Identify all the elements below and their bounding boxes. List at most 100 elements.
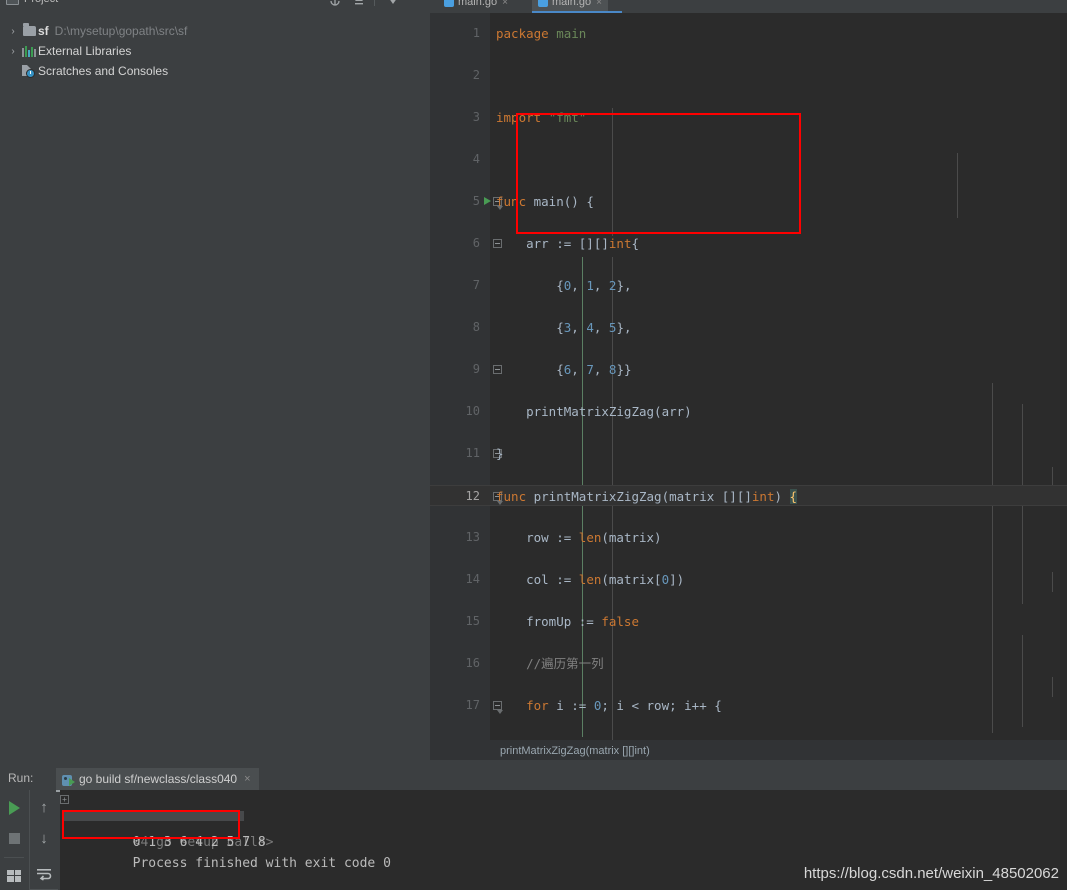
editor-tab-label: main.go [552, 0, 592, 8]
line-content: {6, 7, 8}} [496, 362, 632, 377]
top-toolbar: Project [0, 0, 1067, 13]
line-content: //遍历第一列 [496, 656, 604, 671]
console-line-text: Process finished with exit code 0 [132, 856, 391, 871]
line-content: col := len(matrix[0]) [496, 572, 685, 587]
line-number: 8 [472, 320, 480, 334]
up-arrow-button[interactable]: ↑ [30, 792, 58, 823]
line-content: for i := 0; i < row; i++ { [526, 698, 722, 713]
soft-wrap-button[interactable] [30, 858, 58, 889]
go-file-icon [538, 0, 548, 7]
code-line[interactable]: 8 {3, 4, 5}, [430, 317, 1067, 338]
code-line[interactable]: 5 func main() { [430, 191, 1067, 212]
line-content: func main() { [496, 194, 594, 209]
run-tab-label: go build sf/newclass/class040 [79, 772, 238, 786]
run-window-label: Run: [8, 771, 34, 785]
line-content: {0, 1, 2}, [496, 278, 632, 293]
line-content: row := len(matrix) [496, 530, 662, 545]
tree-item-label: sf [38, 24, 49, 38]
line-number: 1 [472, 26, 480, 40]
go-file-icon [444, 0, 454, 7]
line-content: func printMatrixZigZag(matrix [][]int) { [496, 489, 798, 504]
code-line[interactable]: 15 fromUp := false [430, 611, 1067, 632]
line-number: 15 [465, 614, 480, 628]
tree-item-external-libraries[interactable]: › External Libraries [0, 41, 430, 61]
collapse-all-icon[interactable] [352, 0, 366, 7]
stop-icon [8, 833, 20, 844]
tree-item-label: External Libraries [38, 44, 132, 58]
console-selection-highlight [62, 811, 244, 821]
console-line[interactable]: Process finished with exit code 0 [60, 832, 1067, 871]
line-content: package main [496, 26, 587, 41]
code-line[interactable]: 4 [430, 149, 1067, 170]
close-icon[interactable]: × [502, 0, 508, 8]
tree-item-sf[interactable]: › sf D:\mysetup\gopath\src\sf [0, 21, 430, 41]
code-line[interactable]: 3 import "fmt" [430, 107, 1067, 128]
editor-tabs: main.go × main.go × [430, 0, 1067, 13]
line-number: 14 [465, 572, 480, 586]
code-line-current[interactable]: 12 func printMatrixZigZag(matrix [][]int… [430, 485, 1067, 506]
close-icon[interactable]: × [244, 773, 250, 785]
arrow-down-icon: ↓ [40, 830, 48, 847]
code-line[interactable]: 13 row := len(matrix) [430, 527, 1067, 548]
tree-item-path: D:\mysetup\gopath\src\sf [54, 24, 188, 38]
code-lines: 1 package main 2 3 import "fmt" 4 5 func… [430, 13, 1067, 740]
settings-icon[interactable] [386, 0, 400, 7]
line-content: import "fmt" [496, 110, 587, 125]
line-content: arr := [][]int{ [496, 236, 639, 251]
arrow-up-icon: ↑ [40, 799, 48, 816]
layout-button[interactable] [0, 860, 28, 890]
code-line[interactable]: 17 for i := 0; i < row; i++ { [430, 695, 1067, 716]
tree-item-scratches-and-consoles[interactable]: Scratches and Consoles [0, 61, 430, 81]
layout-icon [7, 869, 21, 882]
go-run-icon [62, 773, 75, 786]
library-icon [20, 45, 38, 57]
run-actions-console: ↑ ↓ [29, 790, 59, 890]
line-number: 12 [465, 489, 480, 503]
code-line[interactable]: 6 arr := [][]int{ [430, 233, 1067, 254]
anchor-icon[interactable] [328, 0, 342, 7]
line-number: 10 [465, 404, 480, 418]
project-tool-window: › sf D:\mysetup\gopath\src\sf › External… [0, 13, 430, 760]
folder-icon [20, 23, 38, 36]
ide-window: Project [0, 0, 1067, 890]
line-content: {3, 4, 5}, [496, 320, 632, 335]
code-line[interactable]: 10 printMatrixZigZag(arr) [430, 401, 1067, 422]
line-number: 7 [472, 278, 480, 292]
project-panel-label: Project [24, 0, 58, 5]
toolbar-divider [374, 0, 375, 6]
soft-wrap-icon [37, 868, 52, 881]
close-icon[interactable]: × [596, 0, 602, 8]
project-toolbar: Project [0, 0, 430, 13]
console-line[interactable]: + <4 go setup calls> [60, 790, 1067, 850]
line-number: 13 [465, 530, 480, 544]
line-number: 2 [472, 68, 480, 82]
line-content: printMatrixZigZag(arr) [496, 404, 692, 419]
breadcrumb[interactable]: printMatrixZigZag(matrix [][]int) [430, 740, 1067, 762]
line-number: 11 [465, 446, 480, 460]
code-editor[interactable]: 1 package main 2 3 import "fmt" 4 5 func… [430, 13, 1067, 740]
rerun-button[interactable] [0, 792, 28, 823]
code-line[interactable]: 1 package main [430, 23, 1067, 44]
tree-item-label: Scratches and Consoles [38, 64, 169, 78]
run-gutter-icon[interactable] [484, 197, 491, 205]
code-line[interactable]: 7 {0, 1, 2}, [430, 275, 1067, 296]
scratches-icon [20, 64, 38, 78]
chevron-right-icon[interactable]: › [6, 46, 20, 57]
down-arrow-button[interactable]: ↓ [30, 823, 58, 854]
code-line[interactable]: 14 col := len(matrix[0]) [430, 569, 1067, 590]
line-number: 9 [472, 362, 480, 376]
expand-icon[interactable]: + [60, 795, 69, 804]
line-number: 4 [472, 152, 480, 166]
code-line[interactable]: 16 //遍历第一列 [430, 653, 1067, 674]
line-content: } [496, 446, 504, 461]
run-tool-window: Run: go build sf/newclass/class040 × ↑ ↓… [0, 760, 1067, 890]
run-configuration-tab[interactable]: go build sf/newclass/class040 × [56, 768, 259, 790]
line-number: 16 [465, 656, 480, 670]
line-number: 17 [465, 698, 480, 712]
chevron-right-icon[interactable]: › [6, 26, 20, 37]
code-line[interactable]: 11 } [430, 443, 1067, 464]
code-line[interactable]: 9 {6, 7, 8}} [430, 359, 1067, 380]
stop-button[interactable] [0, 823, 28, 854]
code-line[interactable]: 2 [430, 65, 1067, 86]
editor-tab-0[interactable]: main.go × [438, 0, 514, 13]
